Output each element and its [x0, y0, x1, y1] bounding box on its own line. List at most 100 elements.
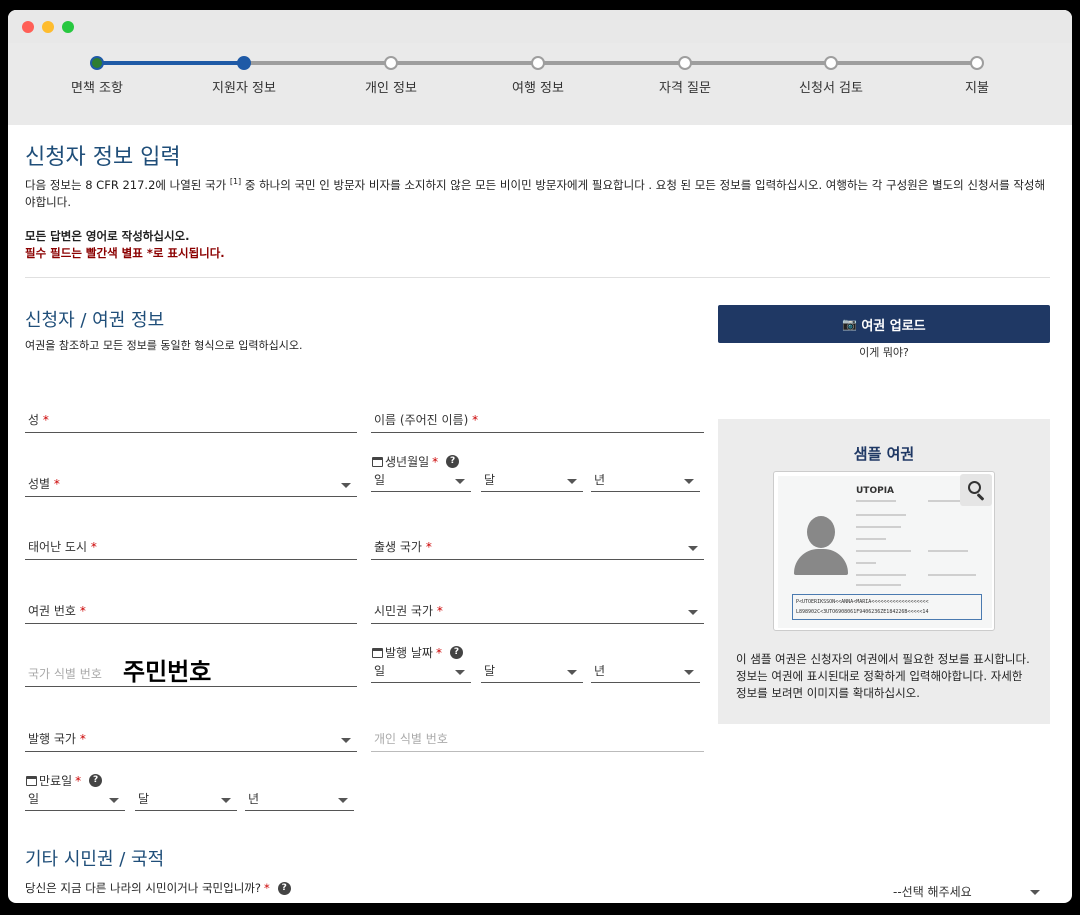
day-label: 일: [374, 473, 386, 487]
sample-passport-image[interactable]: UTOPIA P<UTOERIKSSON<<ANNA<MARIA<<<<<<<<…: [773, 471, 995, 631]
person-body-shape: [794, 549, 848, 575]
issue-month-select[interactable]: 달: [481, 663, 583, 683]
day-label: 일: [28, 792, 40, 806]
required-star: *: [436, 604, 443, 618]
zoom-button[interactable]: [960, 474, 992, 506]
step-label-travel[interactable]: 여행 정보: [478, 77, 598, 96]
birth-country-select[interactable]: 출생 국가 *: [371, 538, 704, 560]
required-star: *: [472, 413, 479, 427]
step-dot-personal[interactable]: [384, 56, 398, 70]
passport-text-line: [856, 550, 911, 552]
help-icon[interactable]: ?: [277, 881, 291, 895]
surname-field[interactable]: 성 *: [25, 411, 357, 433]
intro-text-start: 다음 정보는 8 CFR 217.2에 나열된 국가: [25, 177, 227, 192]
issue-year-select[interactable]: 년: [591, 663, 700, 683]
sample-passport-title: 샘플 여권: [853, 445, 915, 463]
footnote-link[interactable]: [1]: [230, 177, 241, 186]
passport-text-line: [856, 584, 901, 586]
chevron-down-icon: [109, 798, 119, 803]
issuing-country-select[interactable]: 발행 국가 *: [25, 730, 357, 752]
birth-month-select[interactable]: 달: [481, 472, 583, 492]
step-label-personal[interactable]: 개인 정보: [331, 77, 451, 96]
progress-track-complete: [97, 61, 244, 65]
given-name-field[interactable]: 이름 (주어진 이름) *: [371, 411, 704, 433]
step-dot-applicant[interactable]: [237, 56, 251, 70]
passport-text-line: [856, 500, 896, 502]
birth-year-select[interactable]: 년: [591, 472, 700, 492]
birth-date-label: 생년월일 * ?: [372, 453, 460, 470]
chevron-down-icon: [688, 610, 698, 615]
expiry-year-select[interactable]: 년: [245, 791, 354, 811]
given-name-label: 이름 (주어진 이름): [374, 413, 469, 427]
help-icon[interactable]: ?: [449, 646, 463, 659]
chevron-down-icon: [455, 670, 465, 675]
step-dot-payment[interactable]: [970, 56, 984, 70]
expiry-month-select[interactable]: 달: [135, 791, 237, 811]
passport-text-line: [856, 514, 906, 516]
step-dot-review[interactable]: [824, 56, 838, 70]
applicant-section-title: 신청자 / 여권 정보: [25, 310, 165, 331]
issue-date-label-text: 발행 날짜: [385, 646, 433, 660]
passport-photo-placeholder: [790, 516, 850, 575]
required-star: *: [90, 540, 97, 554]
minimize-window-button[interactable]: [42, 21, 54, 33]
passport-text-line: [856, 538, 886, 540]
step-dot-eligibility[interactable]: [678, 56, 692, 70]
passport-text-line: [856, 526, 901, 528]
birth-city-label: 태어난 도시: [28, 540, 88, 554]
month-label: 달: [484, 473, 496, 487]
personal-id-field[interactable]: 개인 식별 번호: [371, 730, 704, 752]
national-id-annotation: 주민번호: [123, 658, 212, 686]
step-label-review[interactable]: 신청서 검토: [771, 77, 891, 96]
help-icon[interactable]: ?: [446, 455, 460, 468]
mrz-line-2: L898902C<3UTO6908061F9406236ZE184226B<<<…: [796, 609, 929, 615]
expiry-date-label-text: 만료일: [39, 774, 73, 788]
chevron-down-icon: [341, 738, 351, 743]
chevron-down-icon: [338, 798, 348, 803]
required-star: *: [425, 540, 432, 554]
sample-passport-desc: 이 샘플 여권은 신청자의 여권에서 필요한 정보를 표시합니다. 정보는 여권…: [736, 652, 1030, 700]
year-label: 년: [594, 664, 606, 678]
national-id-placeholder: 국가 식별 번호: [28, 667, 102, 681]
gender-select[interactable]: 성별 *: [25, 475, 357, 497]
progress-track-remaining: [244, 61, 977, 65]
magnifier-icon: [968, 481, 981, 494]
required-star: *: [79, 604, 86, 618]
other-citizenship-question-text: 당신은 지금 다른 나라의 시민이거나 국민입니까?: [25, 881, 261, 895]
issue-day-select[interactable]: 일: [371, 663, 471, 683]
applicant-section-desc: 여권을 참조하고 모든 정보를 동일한 형식으로 입력하십시오.: [25, 339, 303, 352]
passport-number-field[interactable]: 여권 번호 *: [25, 602, 357, 624]
step-dot-travel[interactable]: [531, 56, 545, 70]
citizenship-country-select[interactable]: 시민권 국가 *: [371, 602, 704, 624]
chevron-down-icon: [341, 483, 351, 488]
page-title: 신청자 정보 입력: [25, 145, 181, 170]
step-label-payment[interactable]: 지불: [917, 77, 1037, 96]
other-citizenship-select[interactable]: --선택 해주세요: [890, 881, 1050, 903]
expiry-day-select[interactable]: 일: [25, 791, 125, 811]
upload-passport-button[interactable]: 📷 여권 업로드: [718, 305, 1050, 343]
whats-this-link[interactable]: 이게 뭐야?: [718, 344, 1050, 360]
help-icon[interactable]: ?: [89, 774, 103, 787]
step-dot-disclaimer[interactable]: [90, 56, 104, 70]
intro-text: 다음 정보는 8 CFR 217.2에 나열된 국가 [1] 중 하나의 국민 …: [25, 173, 1055, 211]
issuing-country-label: 발행 국가: [28, 732, 76, 746]
progress-stepper: 면책 조항 지원자 정보 개인 정보 여행 정보 자격 질문 신청서 검토 지불: [8, 43, 1072, 125]
birth-day-select[interactable]: 일: [371, 472, 471, 492]
chevron-down-icon: [567, 670, 577, 675]
passport-country-name: UTOPIA: [856, 486, 895, 496]
step-label-applicant[interactable]: 지원자 정보: [184, 77, 304, 96]
maximize-window-button[interactable]: [62, 21, 74, 33]
required-star: *: [263, 881, 270, 895]
step-label-disclaimer[interactable]: 면책 조항: [37, 77, 157, 96]
chevron-down-icon: [567, 479, 577, 484]
close-window-button[interactable]: [22, 21, 34, 33]
month-label: 달: [484, 664, 496, 678]
birth-city-field[interactable]: 태어난 도시 *: [25, 538, 357, 560]
birth-date-label-text: 생년월일: [385, 455, 430, 469]
month-label: 달: [138, 792, 150, 806]
title-bar: [8, 10, 1072, 43]
chevron-down-icon: [455, 479, 465, 484]
passport-text-line: [928, 574, 976, 576]
step-label-eligibility[interactable]: 자격 질문: [625, 77, 745, 96]
surname-label: 성: [28, 413, 40, 427]
